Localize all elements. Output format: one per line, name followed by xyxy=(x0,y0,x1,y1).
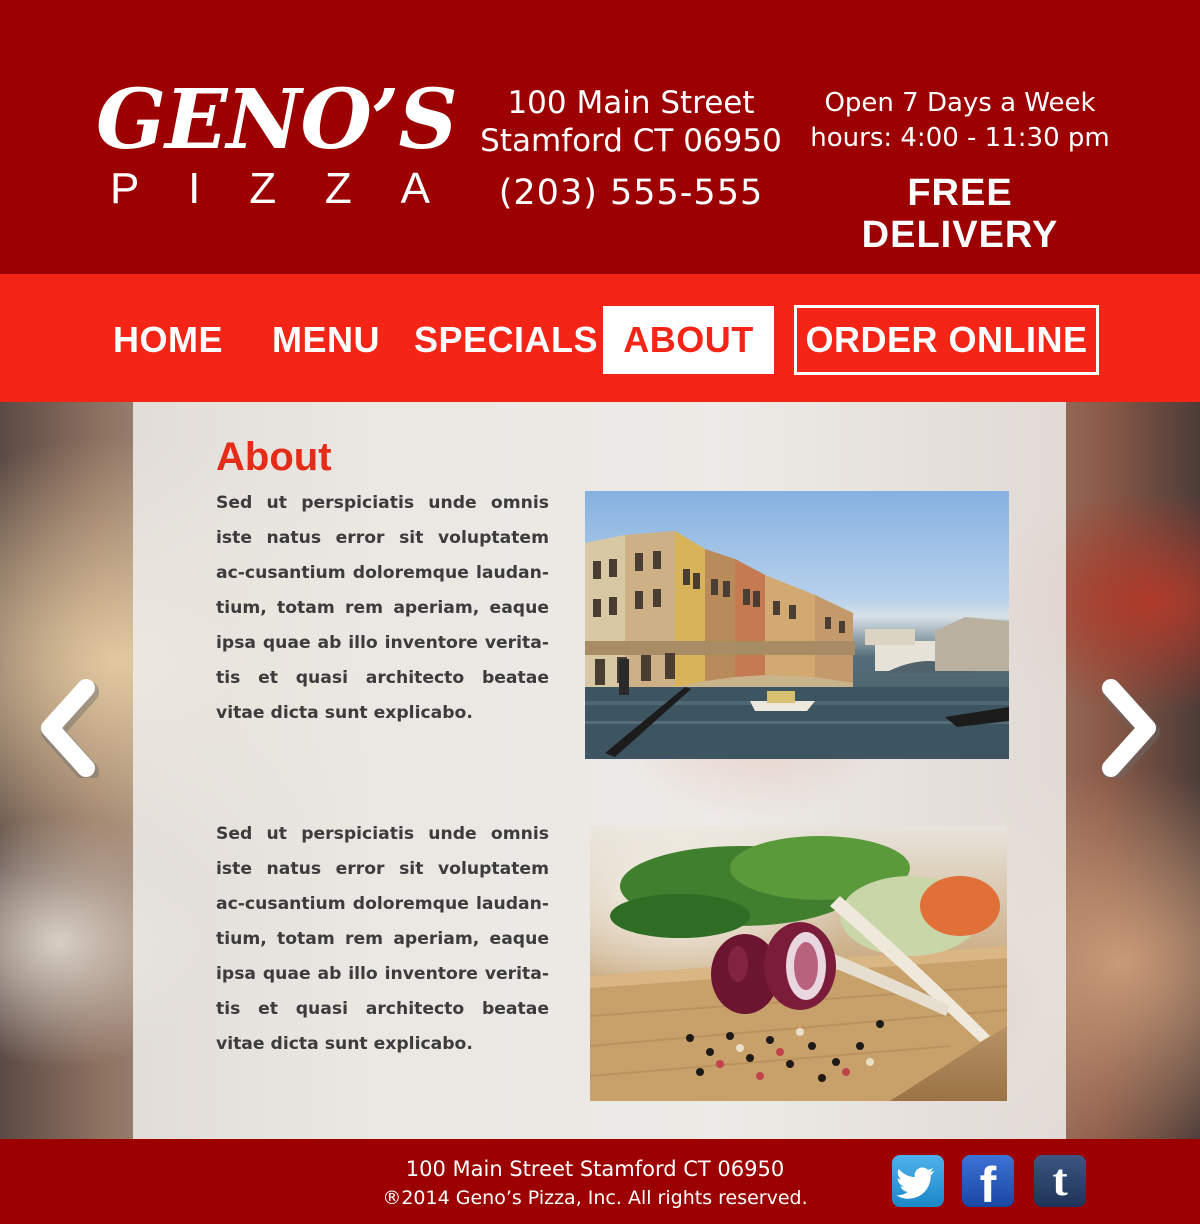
open-days: Open 7 Days a Week xyxy=(824,88,1096,118)
previous-slide-button[interactable] xyxy=(36,678,100,783)
logo-letter: P xyxy=(110,164,140,213)
address-line-1: 100 Main Street xyxy=(507,85,755,121)
logo-letter: I xyxy=(188,164,201,213)
footer-copyright: ®2014 Geno’s Pizza, Inc. All rights rese… xyxy=(382,1187,808,1209)
chevron-left-icon xyxy=(41,679,99,783)
venice-canal-illustration xyxy=(585,531,1009,759)
footer-address: 100 Main Street Stamford CT 06950 xyxy=(405,1157,785,1181)
nav-home[interactable]: HOME xyxy=(108,306,228,374)
free-delivery-label: FREE DELIVERY xyxy=(861,172,1059,256)
about-section: About Sed ut perspiciatis unde omnis ist… xyxy=(0,402,1200,1139)
logo-letter: Z xyxy=(249,164,277,213)
header-address: 100 Main Street Stamford CT 06950 xyxy=(466,84,796,160)
tumblr-link[interactable]: t xyxy=(1034,1155,1086,1207)
twitter-icon xyxy=(896,1167,934,1199)
address-line-2: Stamford CT 06950 xyxy=(480,123,782,159)
venice-canal-photo xyxy=(585,491,1009,759)
logo-subtitle: P I Z Z A xyxy=(110,166,430,212)
page-title: About xyxy=(216,435,332,479)
site-header: GENO’S P I Z Z A 100 Main Street Stamfor… xyxy=(0,0,1200,274)
logo-name: GENO’S xyxy=(96,72,458,168)
about-paragraph-1: Sed ut perspiciatis unde omnis iste natu… xyxy=(216,493,549,723)
onion-peppercorn-photo xyxy=(590,826,1007,1101)
logo-letter: Z xyxy=(324,164,352,213)
order-online-button[interactable]: ORDER ONLINE xyxy=(794,305,1099,375)
facebook-link[interactable]: f xyxy=(962,1155,1014,1207)
facebook-icon: f xyxy=(979,1157,997,1207)
main-nav: HOME MENU SPECIALS ABOUT ORDER ONLINE xyxy=(0,274,1200,402)
tumblr-icon: t xyxy=(1052,1155,1068,1205)
onion-peppercorn-illustration xyxy=(590,836,1007,1101)
about-paragraph-2: Sed ut perspiciatis unde omnis iste natu… xyxy=(216,824,549,1054)
chevron-right-icon xyxy=(1102,679,1160,783)
header-phone[interactable]: (203) 555-555 xyxy=(466,172,796,214)
nav-about[interactable]: ABOUT xyxy=(603,306,774,374)
genos-pizza-logo[interactable]: GENO’S P I Z Z A xyxy=(96,74,458,214)
hours-text: hours: 4:00 - 11:30 pm xyxy=(810,123,1110,153)
logo-letter: A xyxy=(400,164,430,213)
next-slide-button[interactable] xyxy=(1097,678,1161,783)
site-footer: 100 Main Street Stamford CT 06950 ®2014 … xyxy=(0,1139,1200,1224)
nav-menu[interactable]: MENU xyxy=(266,306,386,374)
header-hours: Open 7 Days a Week hours: 4:00 - 11:30 p… xyxy=(810,86,1110,156)
nav-specials[interactable]: SPECIALS xyxy=(414,306,598,374)
twitter-link[interactable] xyxy=(892,1155,944,1207)
